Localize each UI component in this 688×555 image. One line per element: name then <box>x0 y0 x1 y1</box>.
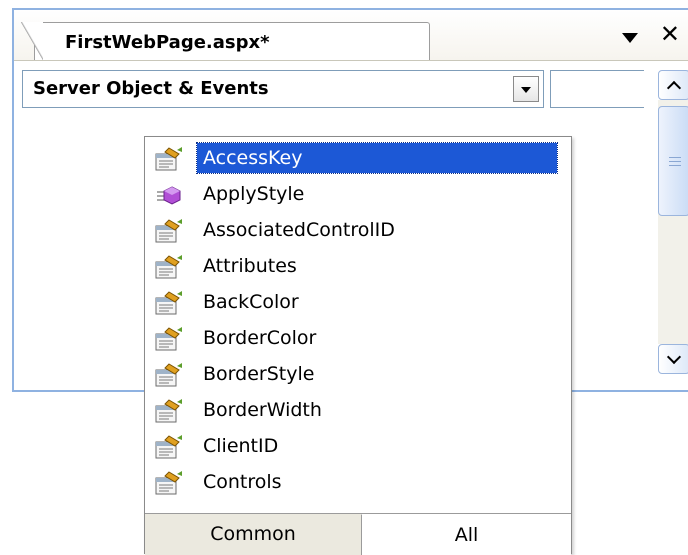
property-icon <box>155 146 183 172</box>
event-dropdown[interactable] <box>550 70 644 108</box>
list-item[interactable]: BorderWidth <box>151 393 571 429</box>
document-tab-strip: FirstWebPage.aspx* ✕ <box>14 10 688 61</box>
list-item-label: AssociatedControlID <box>203 219 395 241</box>
completion-tabs: Common All <box>145 513 571 555</box>
list-item[interactable]: AssociatedControlID <box>151 213 571 249</box>
scroll-track[interactable] <box>658 100 688 344</box>
scroll-thumb[interactable] <box>658 106 688 216</box>
property-icon <box>155 218 183 244</box>
list-item[interactable]: BorderColor <box>151 321 571 357</box>
object-dropdown-button[interactable] <box>513 76 539 102</box>
list-item-label: BorderWidth <box>203 399 322 421</box>
list-item-label: BorderStyle <box>203 363 315 385</box>
object-dropdown[interactable]: Server Object & Events <box>22 70 544 108</box>
grip-line <box>669 161 681 162</box>
chevron-up-icon <box>666 80 682 96</box>
vertical-scrollbar[interactable] <box>658 70 688 380</box>
chevron-down-icon <box>666 349 682 365</box>
list-item-label: ApplyStyle <box>203 183 305 205</box>
document-tab[interactable]: FirstWebPage.aspx* <box>21 22 430 60</box>
list-item[interactable]: Attributes <box>151 249 571 285</box>
list-item-label: ClientID <box>203 435 279 457</box>
property-icon <box>155 434 183 460</box>
property-icon <box>155 362 183 388</box>
list-item-label: BorderColor <box>203 327 317 349</box>
completion-popup: AccessKey ApplyStyle AssociatedControlID At… <box>144 136 572 555</box>
property-icon <box>155 254 183 280</box>
property-icon <box>155 326 183 352</box>
list-item-label: Controls <box>203 471 282 493</box>
method-icon <box>155 182 183 208</box>
window-menu-icon[interactable] <box>622 33 638 43</box>
close-icon[interactable]: ✕ <box>660 22 680 46</box>
list-item[interactable]: ClientID <box>151 429 571 465</box>
property-icon <box>155 290 183 316</box>
property-icon <box>155 470 183 496</box>
list-item-label: BackColor <box>203 291 299 313</box>
list-item[interactable]: BorderStyle <box>151 357 571 393</box>
list-item[interactable]: BackColor <box>151 285 571 321</box>
list-item[interactable]: Controls <box>151 465 571 501</box>
list-item[interactable]: AccessKey <box>151 141 571 177</box>
grip-line <box>669 157 681 158</box>
grip-line <box>669 165 681 166</box>
list-item-label: Attributes <box>203 255 297 277</box>
tab-common[interactable]: Common <box>145 514 361 555</box>
property-icon <box>155 398 183 424</box>
list-item[interactable]: ApplyStyle <box>151 177 571 213</box>
scroll-up-button[interactable] <box>658 70 688 100</box>
scroll-down-button[interactable] <box>658 344 688 374</box>
object-dropdown-value: Server Object & Events <box>33 78 269 99</box>
chevron-down-icon <box>521 87 531 93</box>
list-item-label: AccessKey <box>196 142 558 174</box>
document-tab-title: FirstWebPage.aspx* <box>65 32 270 53</box>
tab-all[interactable]: All <box>361 514 571 555</box>
